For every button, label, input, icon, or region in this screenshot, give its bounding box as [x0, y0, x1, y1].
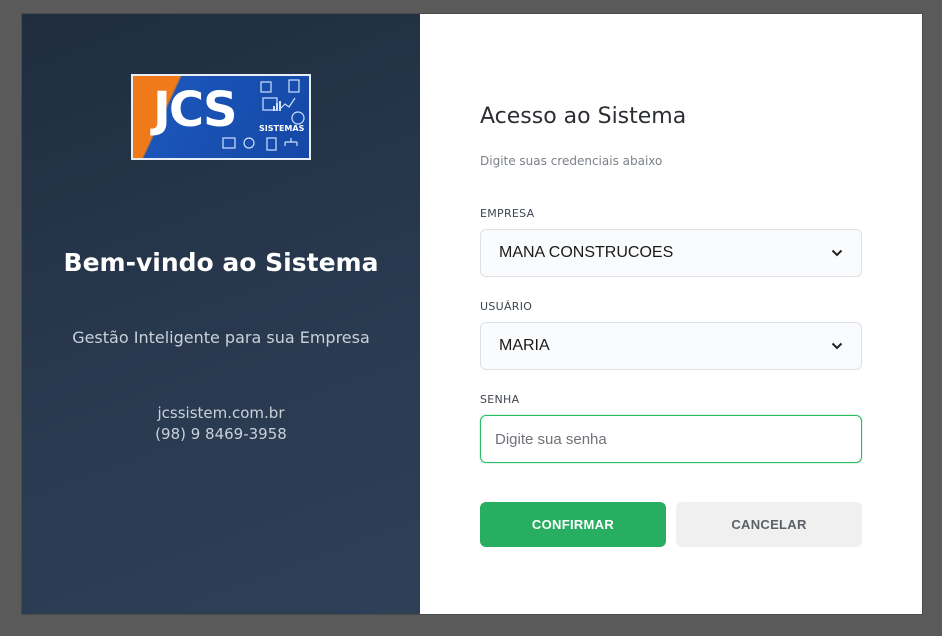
- welcome-heading: Bem-vindo ao Sistema: [63, 248, 379, 277]
- usuario-select[interactable]: MARIA: [480, 322, 862, 370]
- phone-text: (98) 9 8469-3958: [155, 425, 287, 443]
- senha-label: SENHA: [480, 393, 520, 406]
- login-window: JCS SISTEMAS Bem-vindo ao Sistema Gestão…: [22, 14, 922, 614]
- contact-info: jcssistem.com.br (98) 9 8469-3958: [22, 403, 420, 445]
- welcome-panel: JCS SISTEMAS Bem-vindo ao Sistema Gestão…: [22, 14, 420, 614]
- logo-subtext: SISTEMAS: [259, 124, 305, 133]
- logo-text: JCS: [153, 82, 238, 138]
- login-form-panel: Acesso ao Sistema Digite suas credenciai…: [420, 14, 922, 614]
- chevron-down-icon: [831, 249, 843, 257]
- form-subtitle: Digite suas credenciais abaixo: [480, 154, 663, 168]
- usuario-label: USUÁRIO: [480, 300, 533, 313]
- senha-placeholder: Digite sua senha: [495, 430, 607, 448]
- empresa-select-value: MANA CONSTRUCOES: [499, 244, 674, 261]
- empresa-label: EMPRESA: [480, 207, 535, 220]
- chevron-down-icon: [831, 342, 843, 350]
- cancel-button[interactable]: CANCELAR: [676, 502, 862, 547]
- usuario-select-value: MARIA: [499, 337, 550, 354]
- brand-logo: JCS SISTEMAS: [131, 74, 311, 160]
- form-title: Acesso ao Sistema: [480, 104, 687, 129]
- senha-input[interactable]: Digite sua senha: [480, 415, 862, 463]
- tagline: Gestão Inteligente para sua Empresa: [72, 328, 370, 347]
- empresa-select[interactable]: MANA CONSTRUCOES: [480, 229, 862, 277]
- website-text: jcssistem.com.br: [157, 404, 285, 422]
- confirm-button[interactable]: CONFIRMAR: [480, 502, 666, 547]
